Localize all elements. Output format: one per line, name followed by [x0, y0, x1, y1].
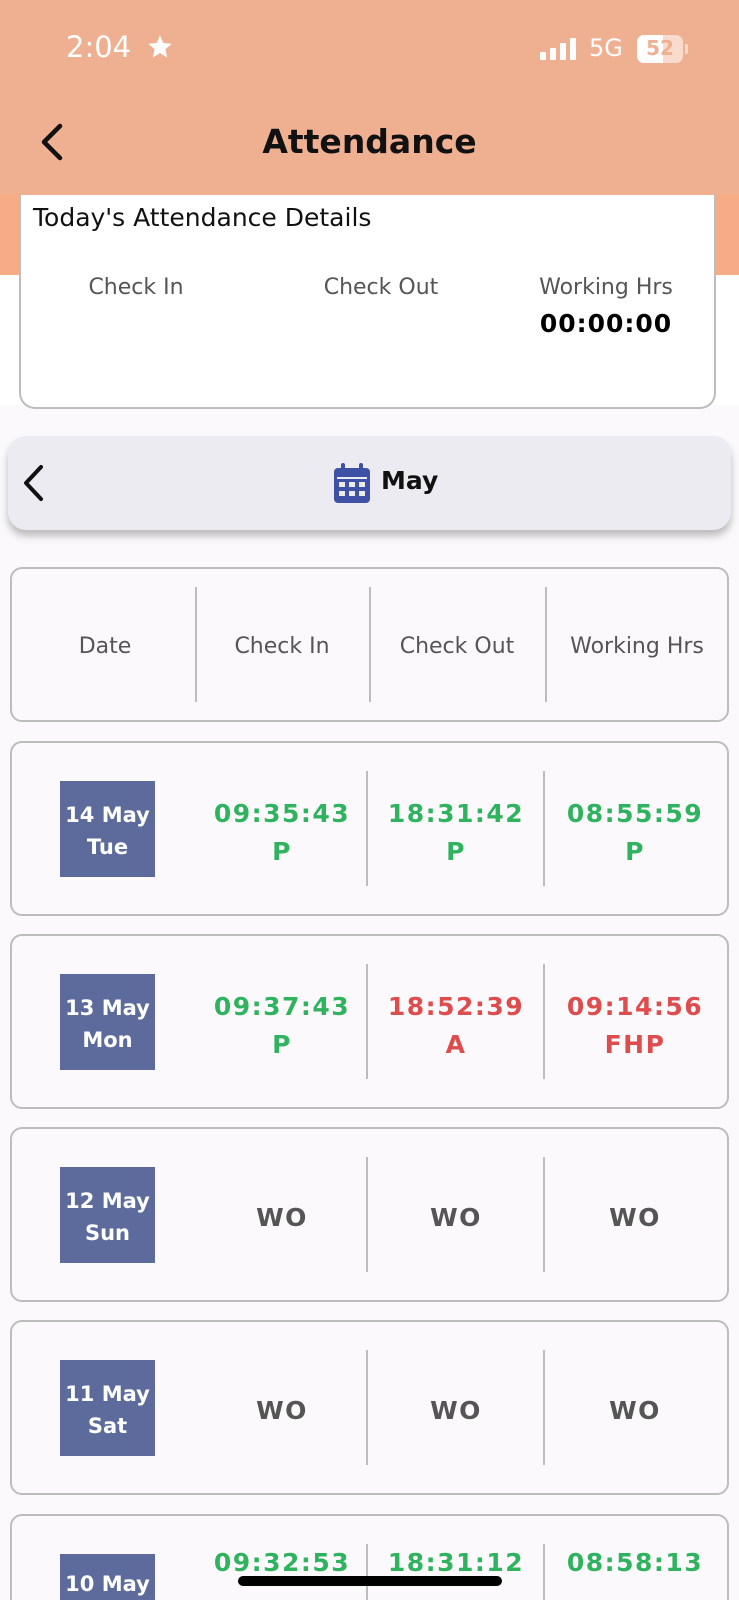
check-in-time: 09:35:43: [213, 799, 351, 828]
star-icon: [148, 35, 172, 58]
row-date: 10 May: [65, 1572, 150, 1596]
working-hrs-time: 08:55:59: [566, 799, 704, 828]
working-hrs-status: P: [625, 837, 645, 866]
table-row[interactable]: 10 May 09:32:53 18:31:12 08:58:13: [10, 1514, 729, 1600]
today-card-title: Today's Attendance Details: [33, 203, 372, 232]
working-hrs-status: FHP: [604, 1030, 666, 1059]
row-day: Tue: [86, 835, 129, 859]
working-hrs-cell: 08:55:59 P: [545, 795, 725, 871]
previous-month-icon[interactable]: [18, 462, 50, 504]
calendar-icon: [334, 463, 370, 503]
today-check-in-label: Check In: [88, 275, 184, 300]
table-header: Date Check In Check Out Working Hrs: [10, 567, 729, 722]
table-row[interactable]: 11 May Sat WO WO WO: [10, 1320, 729, 1495]
working-hrs-cell: 09:14:56 FHP: [545, 988, 725, 1064]
page-title: Attendance: [262, 122, 477, 161]
check-out-cell: 18:52:39 A: [369, 988, 543, 1064]
home-indicator[interactable]: [238, 1576, 502, 1586]
working-hrs-cell: WO: [609, 1396, 661, 1425]
check-in-cell: 09:35:43 P: [197, 795, 367, 871]
check-in-cell: 09:37:43 P: [197, 988, 367, 1064]
network-type: 5G: [589, 34, 623, 62]
check-out-cell: WO: [430, 1203, 482, 1232]
date-box: 12 May Sun: [60, 1167, 155, 1263]
signal-icon: [540, 38, 576, 60]
table-row[interactable]: 12 May Sun WO WO WO: [10, 1127, 729, 1302]
today-working-hrs-value: 00:00:00: [539, 309, 673, 338]
row-day: Sat: [87, 1414, 128, 1438]
today-attendance-card: Today's Attendance Details Check In Chec…: [19, 195, 716, 409]
working-hrs-cell: 08:58:13: [566, 1548, 704, 1577]
row-date: 13 May: [65, 996, 150, 1020]
today-check-out-label: Check Out: [323, 275, 439, 300]
row-date: 11 May: [65, 1382, 150, 1406]
row-date: 12 May: [65, 1189, 150, 1213]
header-check-in: Check In: [234, 634, 330, 659]
table-row[interactable]: 14 May Tue 09:35:43 P 18:31:42 P 08:55:5…: [10, 741, 729, 916]
today-working-hrs-label: Working Hrs: [539, 275, 673, 300]
check-out-time: 18:31:42: [387, 799, 525, 828]
header-check-out: Check Out: [399, 634, 515, 659]
header-working-hrs: Working Hrs: [570, 634, 704, 659]
date-box: 13 May Mon: [60, 974, 155, 1070]
battery-icon: 52: [637, 35, 688, 63]
date-box: 11 May Sat: [60, 1360, 155, 1456]
month-label[interactable]: May: [381, 466, 438, 495]
month-selector: May: [8, 436, 731, 530]
working-hrs-time: 09:14:56: [566, 992, 704, 1021]
check-in-status: P: [272, 837, 292, 866]
check-out-cell: 18:31:42 P: [369, 795, 543, 871]
check-out-status: P: [446, 837, 466, 866]
date-box: 10 May: [60, 1554, 155, 1600]
check-in-cell: WO: [256, 1396, 308, 1425]
date-box: 14 May Tue: [60, 781, 155, 877]
status-time: 2:04: [66, 30, 132, 64]
check-out-time: 18:52:39: [387, 992, 525, 1021]
row-day: Mon: [82, 1028, 133, 1052]
check-in-cell: WO: [256, 1203, 308, 1232]
check-in-time: 09:37:43: [213, 992, 351, 1021]
header-date: Date: [78, 634, 132, 659]
battery-level: 52: [646, 36, 674, 60]
row-day: Sun: [84, 1221, 131, 1245]
check-out-cell: WO: [430, 1396, 482, 1425]
table-row[interactable]: 13 May Mon 09:37:43 P 18:52:39 A 09:14:5…: [10, 934, 729, 1109]
row-date: 14 May: [65, 803, 150, 827]
check-out-status: A: [445, 1030, 467, 1059]
working-hrs-cell: WO: [609, 1203, 661, 1232]
check-in-status: P: [272, 1030, 292, 1059]
